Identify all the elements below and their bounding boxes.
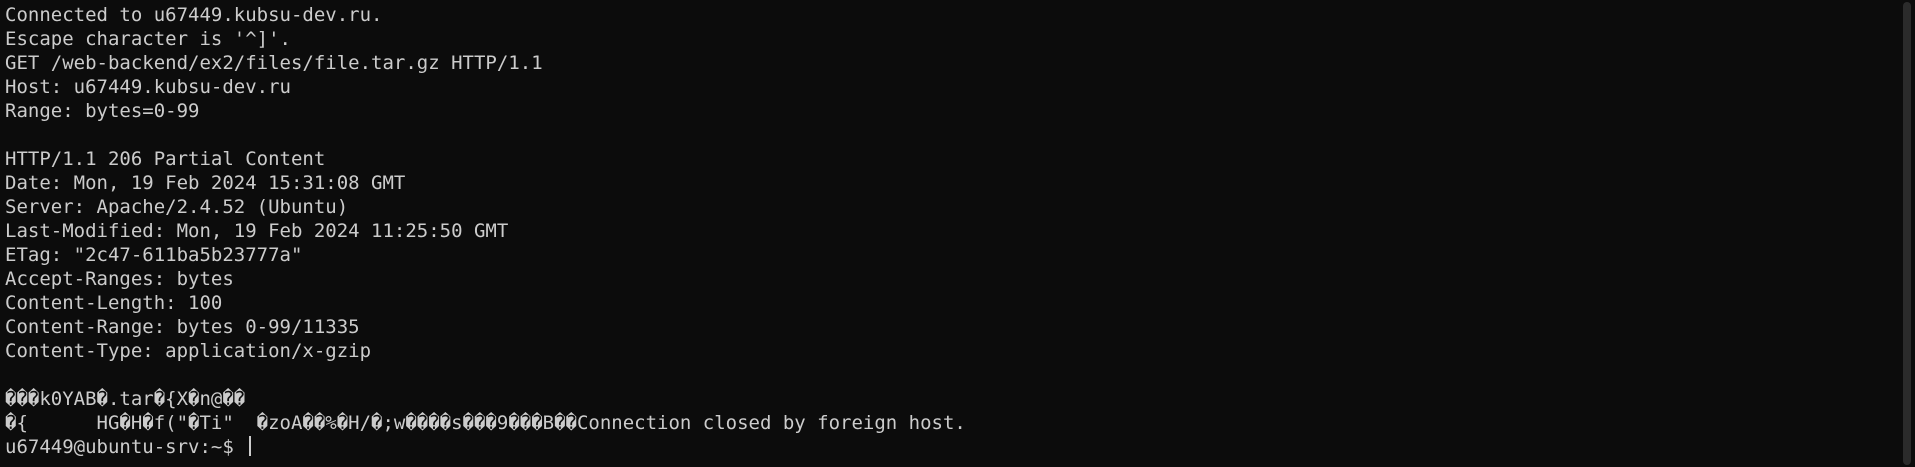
terminal-line: Host: u67449.kubsu-dev.ru <box>5 76 291 98</box>
terminal-line: Server: Apache/2.4.52 (Ubuntu) <box>5 196 349 218</box>
terminal-line: Escape character is '^]'. <box>5 28 291 50</box>
prompt-text: u67449@ubuntu-srv:~$ <box>5 436 246 458</box>
terminal-line: �{ HG�H�f("�Ti" �zoA��%�H/�;w����s���9��… <box>5 412 966 434</box>
command-prompt[interactable]: u67449@ubuntu-srv:~$ <box>5 435 1915 459</box>
terminal-line: Content-Type: application/x-gzip <box>5 340 372 362</box>
terminal-line: Content-Range: bytes 0-99/11335 <box>5 316 360 338</box>
terminal-line: HTTP/1.1 206 Partial Content <box>5 148 326 170</box>
text-cursor <box>249 436 252 456</box>
terminal-line: ETag: "2c47-611ba5b23777a" <box>5 244 303 266</box>
terminal-line: ���k0YAB�.tar�{X�n@�� <box>5 388 246 410</box>
terminal-line: Date: Mon, 19 Feb 2024 15:31:08 GMT <box>5 172 406 194</box>
terminal-line: Last-Modified: Mon, 19 Feb 2024 11:25:50… <box>5 220 509 242</box>
terminal-line: GET /web-backend/ex2/files/file.tar.gz H… <box>5 52 543 74</box>
terminal-line: Content-Length: 100 <box>5 292 223 314</box>
terminal-window[interactable]: Connected to u67449.kubsu-dev.ru. Escape… <box>0 0 1915 467</box>
terminal-line: Connected to u67449.kubsu-dev.ru. <box>5 4 383 26</box>
scrollbar[interactable] <box>1903 2 1911 465</box>
terminal-line: Accept-Ranges: bytes <box>5 268 234 290</box>
terminal-line: Range: bytes=0-99 <box>5 100 200 122</box>
